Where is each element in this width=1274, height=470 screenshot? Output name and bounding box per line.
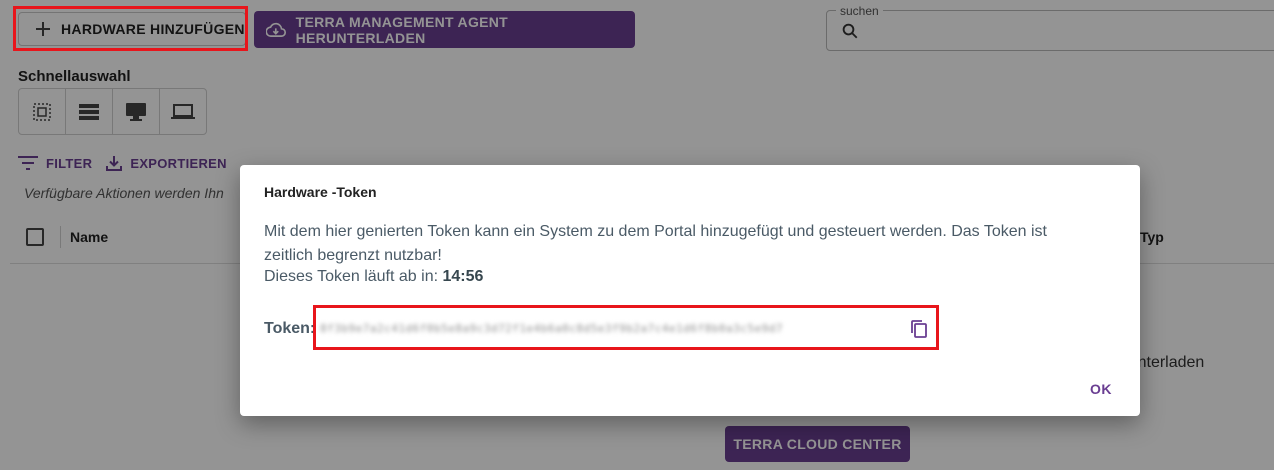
token-label: Token: (264, 320, 316, 337)
dialog-description: Mit dem hier genierten Token kann ein Sy… (264, 223, 1047, 264)
copy-icon (911, 320, 927, 338)
token-expiry: Dieses Token läuft ab in: 14:56 (264, 268, 483, 286)
ok-button[interactable]: OK (1090, 381, 1112, 397)
dialog-title: Hardware -Token (264, 184, 377, 200)
copy-token-button[interactable] (910, 319, 928, 344)
hardware-token-dialog: Hardware -Token Mit dem hier genierten T… (240, 165, 1140, 416)
token-expiry-time: 14:56 (442, 268, 484, 285)
token-expiry-prefix: Dieses Token läuft ab in: (264, 268, 443, 285)
token-value: 8f3b9e7a2c41d6f0b5e8a9c3d72f1e4b6a0c8d5e… (320, 322, 783, 335)
